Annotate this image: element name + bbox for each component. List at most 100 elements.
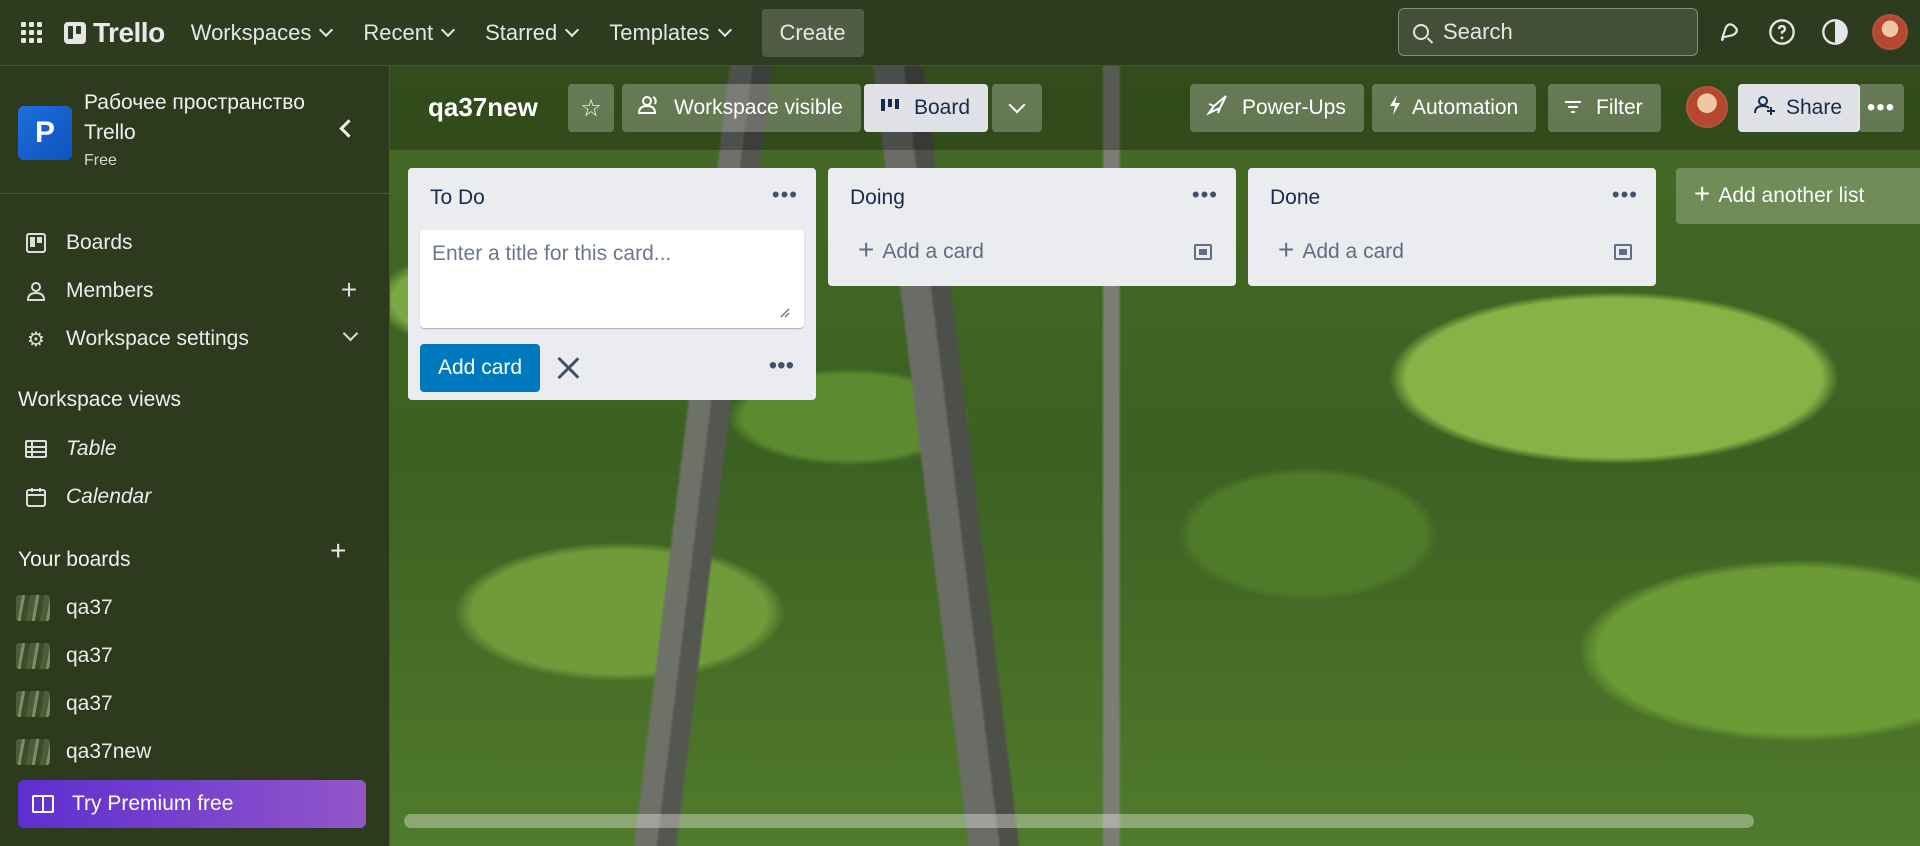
star-board-button[interactable]: ☆ [568,84,614,132]
search-input[interactable]: Search [1398,8,1698,56]
power-ups-button[interactable]: Power-Ups [1190,84,1364,132]
calendar-icon [24,485,48,509]
list-actions-more-icon[interactable]: ••• [1192,182,1218,208]
automation-button[interactable]: Automation [1372,84,1537,132]
create-button[interactable]: Create [761,8,864,57]
user-avatar[interactable] [1872,14,1908,50]
person-icon [24,279,48,303]
switch-view-dropdown[interactable] [992,84,1042,132]
visibility-button[interactable]: Workspace visible [622,84,861,132]
collapse-sidebar-chevron-left-icon[interactable] [336,118,356,138]
visibility-label: Workspace visible [674,96,843,119]
table-icon [24,437,48,461]
nav-recent-label: Recent [363,19,434,45]
board-title[interactable]: qa37new [428,92,538,123]
trello-logo-icon [64,21,86,44]
notifications-bell-icon[interactable] [1712,15,1746,49]
chevron-down-icon [717,22,732,37]
chevron-down-icon [319,22,334,37]
share-button[interactable]: Share [1738,84,1861,132]
nav-workspaces-label: Workspaces [190,19,312,45]
sidebar-board-label: qa37 [66,596,113,619]
create-from-template-icon[interactable] [1614,244,1632,260]
nav-templates-button[interactable]: Templates [597,11,741,55]
create-from-template-icon[interactable] [1194,244,1212,260]
chevron-down-icon [440,22,456,37]
theme-toggle-icon[interactable] [1818,15,1852,49]
workspace-plan: Free [84,152,117,169]
board-thumbnail [16,691,50,717]
sidebar-item-members[interactable]: Members + [0,268,390,314]
plus-icon: + [1278,234,1295,265]
share-label: Share [1786,96,1843,119]
cancel-close-icon[interactable] [554,354,582,382]
board-horizontal-scrollbar[interactable] [404,814,1754,828]
people-icon [637,95,660,121]
list-title[interactable]: Done [1270,186,1320,210]
rocket-icon [1206,94,1228,122]
workspace-badge: P [18,106,72,160]
composer-options-more-icon[interactable]: ••• [769,352,794,380]
board-thumbnail [16,595,50,621]
board-thumbnail [16,643,50,669]
list-actions-more-icon[interactable]: ••• [1612,182,1638,208]
add-card-button[interactable]: + Add a card [828,224,1236,280]
sidebar-item-label: Table [66,437,117,460]
board-member-avatar[interactable] [1686,86,1728,128]
sidebar-item-workspace-settings[interactable]: ⚙ Workspace settings [0,316,390,362]
list-to-do: To Do ••• Add card ••• [408,168,816,400]
card-title-input[interactable] [420,230,804,328]
board-view-button[interactable]: Board [864,84,989,132]
search-placeholder: Search [1443,19,1513,44]
sidebar-board-item[interactable]: qa37new [0,729,390,775]
list-header: Doing ••• [828,168,1236,224]
list-done: Done ••• + Add a card [1248,168,1656,286]
list-title[interactable]: To Do [430,186,485,210]
filter-button[interactable]: Filter [1548,84,1661,132]
sidebar-board-item[interactable]: qa37 [0,681,390,727]
board-header: qa37new ☆ Workspace visible Board Power-… [390,66,1920,150]
add-list-label: Add another list [1718,184,1865,207]
board-menu-more-icon[interactable]: ••• [1858,84,1904,132]
sidebar-board-label: qa37 [66,644,113,667]
add-card-submit-button[interactable]: Add card [420,344,541,392]
nav-workspaces-button[interactable]: Workspaces [179,11,344,55]
add-board-plus-icon[interactable]: + [330,535,370,566]
nav-starred-button[interactable]: Starred [473,11,589,55]
trello-logo[interactable]: Trello [64,13,165,53]
app-switcher-icon[interactable] [16,18,46,48]
workspace-views-heading: Workspace views [18,388,181,411]
board-canvas: qa37new ☆ Workspace visible Board Power-… [390,66,1920,846]
sidebar-board-label: qa37new [66,740,152,763]
sidebar-item-boards[interactable]: Boards [0,220,390,266]
add-card-button[interactable]: + Add a card [1248,224,1656,280]
nav-recent-button[interactable]: Recent [351,11,465,55]
list-header: Done ••• [1248,168,1656,224]
list-title[interactable]: Doing [850,186,905,210]
sidebar-item-label: Boards [66,231,133,254]
trello-logo-text: Trello [93,16,165,48]
plus-icon: + [858,234,875,265]
try-premium-button[interactable]: Try Premium free [18,780,366,828]
resize-handle-icon[interactable] [780,308,790,318]
sidebar-item-table-view[interactable]: Table [0,426,390,472]
sidebar-board-label: qa37 [66,692,113,715]
sidebar-item-calendar-view[interactable]: Calendar [0,474,390,520]
add-person-icon [1754,95,1776,121]
list-actions-more-icon[interactable]: ••• [772,182,798,208]
add-another-list-button[interactable]: + Add another list [1676,168,1920,224]
plus-icon: + [1694,178,1711,209]
add-member-plus-icon[interactable]: + [336,274,362,305]
sidebar-board-item[interactable]: qa37 [0,633,390,679]
boards-icon [24,231,48,255]
gift-icon [32,795,54,813]
sidebar-board-item[interactable]: qa37 [0,585,390,631]
composer-actions: Add card ••• [420,344,804,392]
sidebar-item-label: Calendar [66,485,152,508]
sidebar-item-label: Workspace settings [66,327,249,350]
board-view-icon [880,97,900,120]
workspace-header: P Рабочее пространство Trello Free [0,66,389,194]
add-card-label: Add a card [1302,240,1404,263]
help-icon[interactable] [1765,15,1799,49]
workspace-name: Рабочее пространство Trello [84,91,305,144]
